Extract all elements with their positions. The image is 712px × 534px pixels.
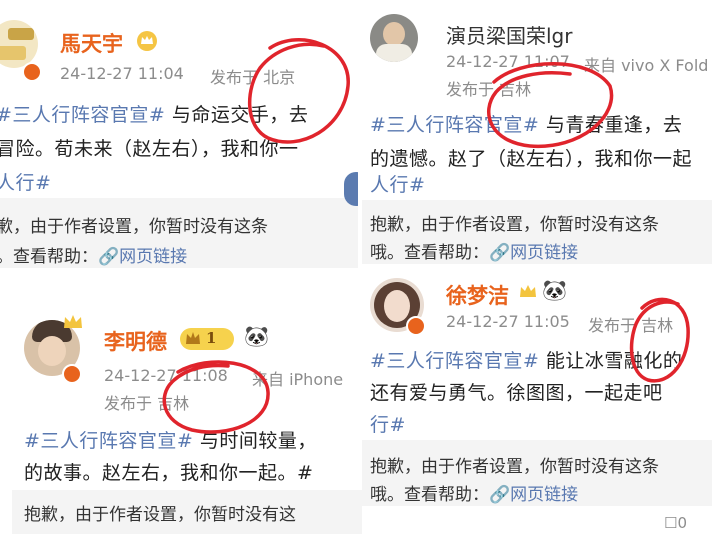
author-name[interactable]: 徐梦洁 bbox=[446, 280, 509, 310]
post-card-liang-guorong: 演员梁国荣lgr 24-12-27 11:07 来自 vivo X Fold 发… bbox=[362, 0, 712, 268]
post-location: 发布于 吉林 bbox=[588, 316, 674, 335]
hashtag-link[interactable]: 人行# bbox=[370, 174, 425, 196]
link-chain-icon: 🔗 bbox=[489, 485, 511, 505]
post-text-line-1: #三人行阵容官宣# 与青春重逢，去 bbox=[370, 114, 683, 136]
post-text-line-2: 还有爱与勇气。徐图图，一起走吧 bbox=[370, 382, 663, 404]
hashtag-link[interactable]: #三人行阵容官宣# bbox=[370, 350, 539, 372]
hashtag-link[interactable]: #三人行阵容官宣# bbox=[0, 104, 165, 126]
panda-emoji-icon: 🐼 bbox=[244, 324, 269, 348]
post-text-line-1: #三人行阵容官宣# 与命运交手，去 bbox=[0, 100, 308, 127]
author-name[interactable]: 李明德 bbox=[104, 326, 167, 356]
verified-badge-icon bbox=[62, 364, 82, 384]
post-location: 发布于 北京 bbox=[210, 68, 296, 87]
side-button[interactable] bbox=[344, 172, 358, 206]
link-chain-icon: 🔗 bbox=[98, 247, 120, 267]
web-link[interactable]: 网页链接 bbox=[510, 243, 578, 263]
restriction-text: 抱歉，由于作者设置，你暂时没有这条 bbox=[370, 215, 659, 235]
post-card-li-mingde: 李明德 1 🐼 24-12-27 11:08 来自 iPhone 发布于 吉林 … bbox=[12, 282, 362, 534]
restriction-text: 抱歉，由于作者设置，你暂时没有这条 bbox=[370, 457, 659, 477]
link-chain-icon: 🔗 bbox=[489, 243, 511, 263]
verified-badge-icon bbox=[22, 62, 42, 82]
hashtag-link[interactable]: #三人行阵容官宣# bbox=[24, 430, 193, 452]
crown-badge-icon bbox=[64, 315, 82, 328]
post-timestamp: 24-12-27 11:05 bbox=[446, 312, 570, 331]
avatar[interactable] bbox=[370, 14, 418, 62]
help-row: 哦。查看帮助：🔗网页链接 bbox=[370, 243, 579, 263]
post-card-xu-mengjie: 徐梦洁 🐼 24-12-27 11:05 发布于 吉林 #三人行阵容官宣# 能让… bbox=[362, 264, 712, 534]
post-text-line-3: 人行# bbox=[370, 170, 425, 197]
post-location: 发布于 吉林 bbox=[446, 80, 532, 99]
post-text-line-3: 人行# bbox=[0, 168, 51, 195]
crown-badge-icon bbox=[520, 285, 536, 297]
post-text-line-2: 冒险。荀未来（赵左右），我和你一 bbox=[0, 138, 299, 160]
crown-badge-icon bbox=[137, 31, 157, 51]
comment-button[interactable]: ☐0 bbox=[664, 514, 687, 532]
avatar[interactable] bbox=[0, 20, 38, 68]
panda-emoji-icon: 🐼 bbox=[542, 278, 567, 302]
author-name[interactable]: 馬天宇 bbox=[60, 28, 123, 58]
post-timestamp: 24-12-27 11:07 bbox=[446, 52, 570, 71]
hashtag-link[interactable]: 人行# bbox=[0, 172, 51, 194]
hashtag-link[interactable]: 行# bbox=[370, 414, 406, 436]
comment-icon: ☐ bbox=[664, 514, 678, 532]
post-card-ma-tianyu: 馬天宇 24-12-27 11:04 发布于 北京 #三人行阵容官宣# 与命运交… bbox=[0, 0, 358, 268]
post-timestamp: 24-12-27 11:04 bbox=[60, 64, 184, 83]
help-row: 哦。查看帮助：🔗网页链接 bbox=[370, 485, 579, 505]
post-text-line-3: 行# bbox=[370, 410, 406, 437]
post-timestamp: 24-12-27 11:08 bbox=[104, 366, 228, 385]
post-location: 发布于 吉林 bbox=[104, 394, 190, 413]
post-text-line-1: #三人行阵容官宣# 能让冰雪融化的 bbox=[370, 350, 683, 372]
restriction-text: 歉，由于作者设置，你暂时没有这条 bbox=[0, 217, 268, 237]
web-link[interactable]: 网页链接 bbox=[510, 485, 578, 505]
verified-badge-icon bbox=[406, 316, 426, 336]
post-text-line-2: 的故事。赵左右，我和你一起。# bbox=[24, 462, 314, 484]
level-badge: 1 bbox=[180, 328, 234, 350]
help-row: 。查看帮助：🔗网页链接 bbox=[0, 247, 188, 267]
hashtag-link[interactable]: #三人行阵容官宣# bbox=[370, 114, 539, 136]
post-text-line-2: 的遗憾。赵了（赵左右），我和你一起 bbox=[370, 148, 693, 170]
post-device: 来自 vivo X Fold bbox=[584, 56, 709, 75]
post-text-line-1: #三人行阵容官宣# 与时间较量， bbox=[24, 430, 317, 452]
crown-badge-icon bbox=[186, 332, 200, 344]
author-name[interactable]: 演员梁国荣lgr bbox=[446, 20, 572, 49]
web-link[interactable]: 网页链接 bbox=[119, 247, 187, 267]
post-device: 来自 iPhone bbox=[252, 370, 344, 389]
restriction-text: 抱歉，由于作者设置，你暂时没有这 bbox=[24, 505, 296, 525]
